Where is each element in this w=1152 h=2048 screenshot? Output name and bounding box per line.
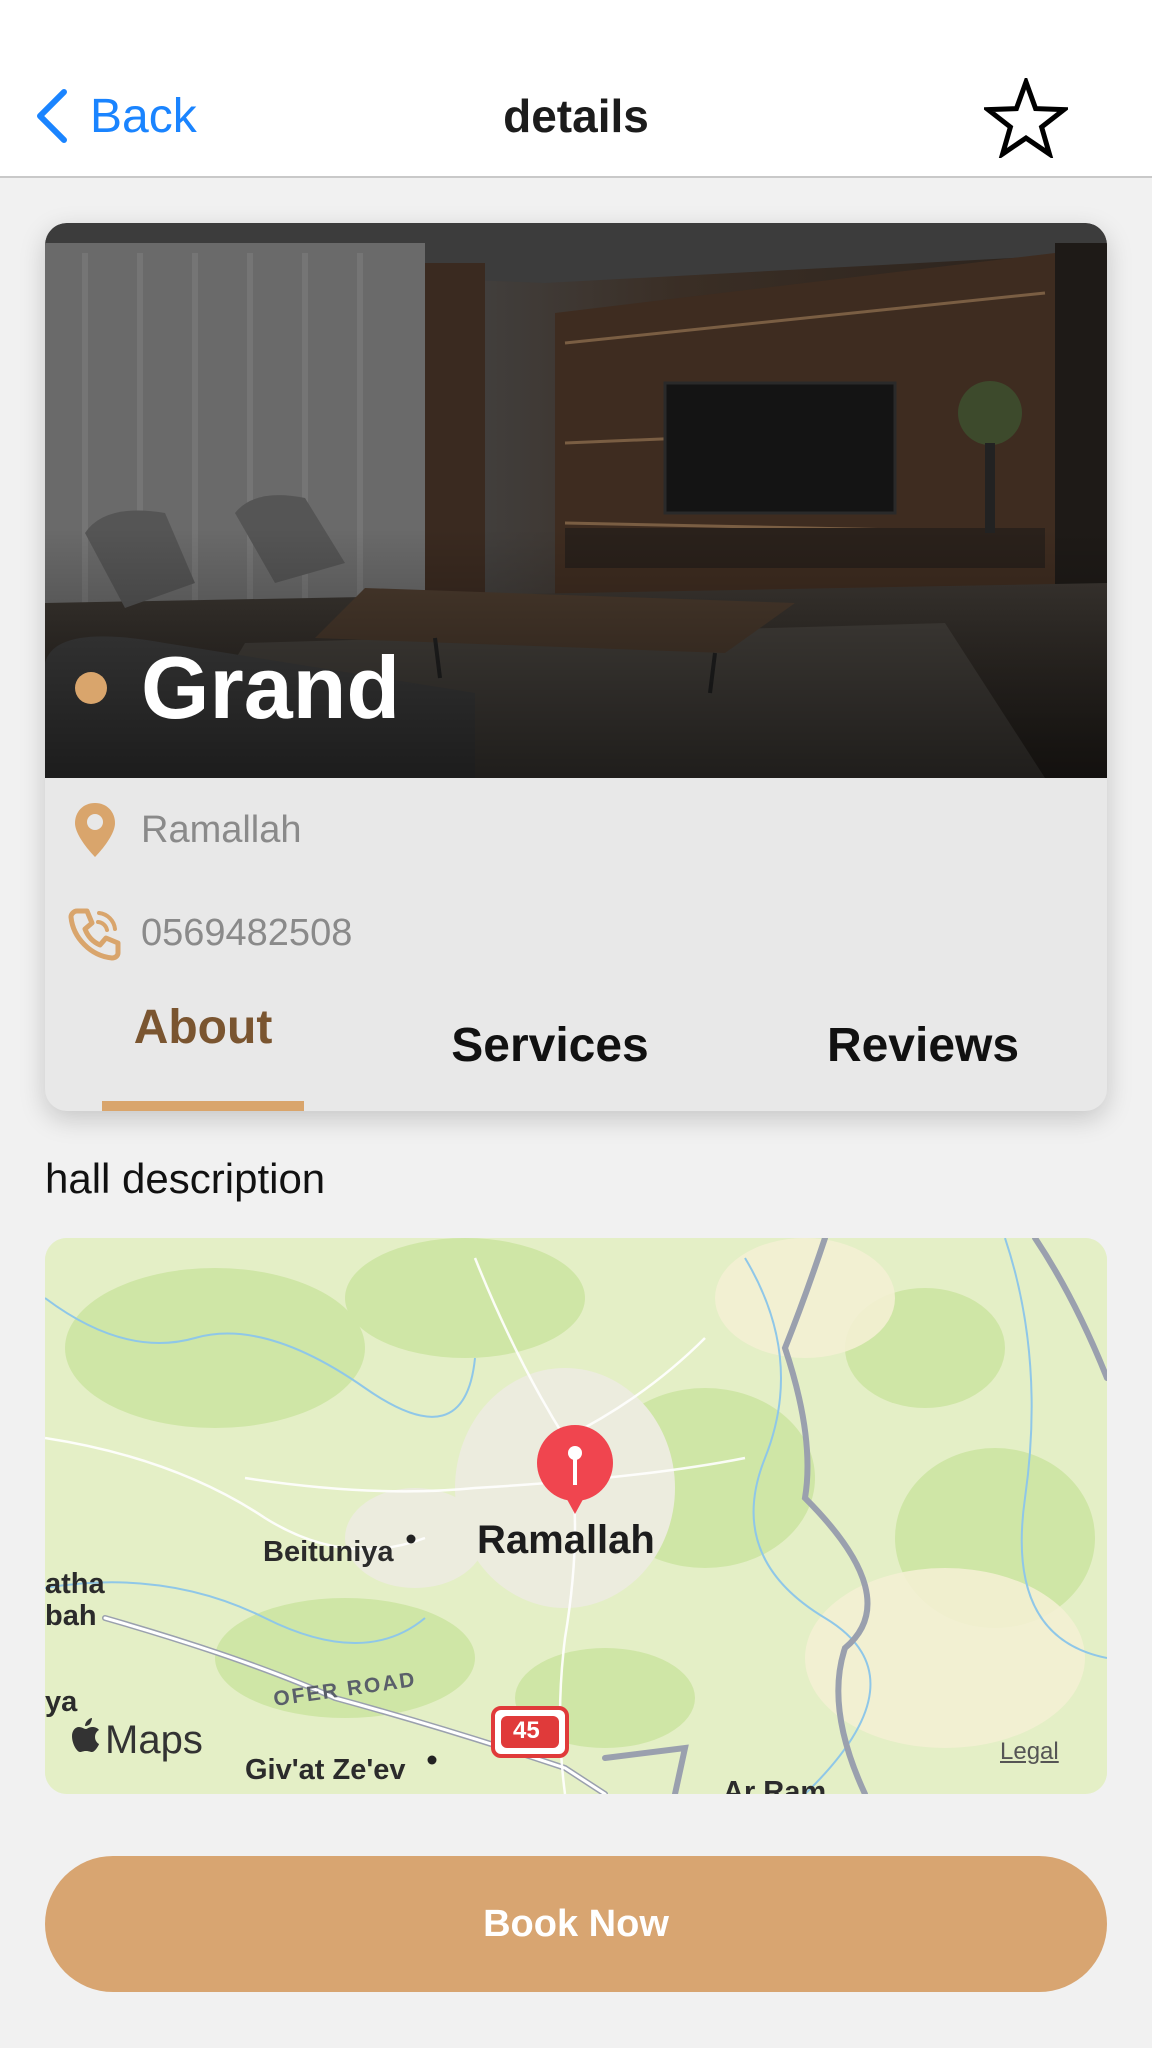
map-place-label: Ar Ram (723, 1776, 827, 1794)
hall-description: hall description (45, 1155, 326, 1202)
map-city-label: Ramallah (477, 1518, 655, 1562)
page-title: details (503, 90, 649, 142)
location-pin-icon (67, 800, 123, 860)
tab-about[interactable]: About (102, 1000, 304, 1080)
phone-icon (67, 903, 123, 963)
maps-brand-label: Maps (105, 1718, 203, 1762)
star-icon (981, 74, 1071, 160)
map-place-label: Beituniya (263, 1536, 394, 1568)
route-number: 45 (513, 1717, 540, 1744)
tab-active-indicator (102, 1101, 304, 1111)
maps-brand: Maps (71, 1718, 203, 1763)
apple-icon (71, 1718, 101, 1759)
location-map[interactable]: Ramallah Beituniya Giv'at Ze'ev atha bah… (45, 1238, 1107, 1794)
map-place-label: bah (45, 1600, 97, 1632)
map-place-label: atha (45, 1568, 105, 1600)
phone-text: 0569482508 (141, 911, 353, 954)
legal-link[interactable]: Legal (1000, 1738, 1059, 1766)
hall-card: Grand Ramallah 0569482508 (45, 223, 1107, 1111)
status-dot (75, 672, 107, 704)
map-place-label: Giv'at Ze'ev (245, 1754, 406, 1786)
location-row: Ramallah (67, 800, 302, 860)
location-text: Ramallah (141, 808, 302, 851)
favorite-button[interactable] (981, 74, 1071, 160)
hall-name: Grand (141, 638, 401, 737)
tab-reviews[interactable]: Reviews (808, 1018, 1038, 1098)
hall-title: Grand (75, 633, 400, 743)
phone-row: 0569482508 (67, 903, 352, 963)
hall-photo: Grand (45, 223, 1107, 778)
map-place-label: ya (45, 1686, 78, 1718)
tab-services[interactable]: Services (430, 1018, 670, 1098)
navigation-bar: Back details (0, 0, 1152, 178)
book-now-button[interactable]: Book Now (45, 1856, 1107, 1992)
